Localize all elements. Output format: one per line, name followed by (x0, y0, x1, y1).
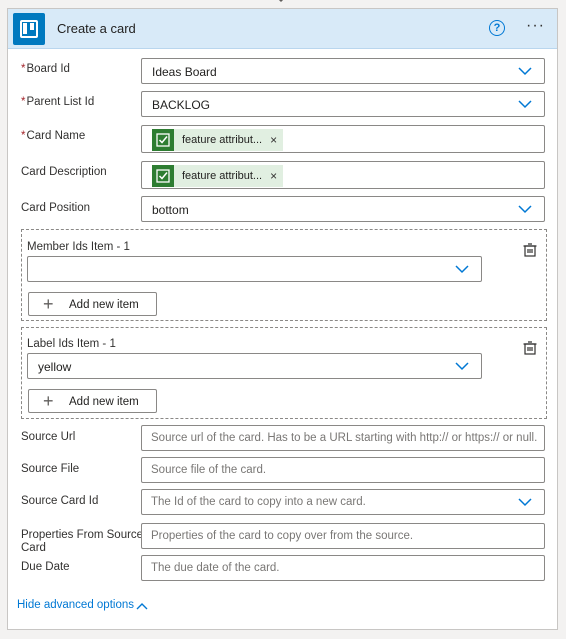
card-name-label: *Card Name (21, 130, 86, 142)
delete-item-icon[interactable] (522, 340, 538, 356)
plus-icon: + (43, 294, 54, 314)
connector-arrow-icon (278, 0, 284, 3)
source-file-placeholder: Source file of the card. (151, 464, 267, 476)
plus-icon: + (43, 391, 54, 411)
source-file-input[interactable]: Source file of the card. (141, 457, 545, 483)
board-id-value: Ideas Board (152, 65, 217, 79)
chevron-down-icon (518, 498, 532, 507)
label-ids-value: yellow (38, 360, 72, 374)
source-url-label: Source Url (21, 431, 76, 443)
delete-item-icon[interactable] (522, 242, 538, 258)
member-ids-dropdown[interactable] (27, 256, 482, 282)
chevron-down-icon (518, 67, 532, 76)
label-ids-array: Label Ids Item - 1 yellow + Add new item (21, 327, 547, 419)
card-position-label: Card Position (21, 202, 91, 214)
required-marker: * (21, 96, 26, 108)
chevron-down-icon (455, 265, 469, 274)
chevron-down-icon (455, 362, 469, 371)
required-marker: * (21, 63, 26, 75)
parent-list-id-dropdown[interactable]: BACKLOG (141, 91, 545, 117)
approval-check-icon (152, 129, 174, 151)
source-url-placeholder: Source url of the card. Has to be a URL … (151, 432, 538, 444)
source-card-id-dropdown[interactable]: The Id of the card to copy into a new ca… (141, 489, 545, 515)
board-id-dropdown[interactable]: Ideas Board (141, 58, 545, 84)
card-name-input[interactable]: feature attribut... × (141, 125, 545, 153)
source-card-id-placeholder: The Id of the card to copy into a new ca… (151, 496, 366, 508)
add-label-item-button[interactable]: + Add new item (28, 389, 157, 413)
due-date-input[interactable]: The due date of the card. (141, 555, 545, 581)
card-description-label: Card Description (21, 166, 107, 178)
due-date-label: Due Date (21, 561, 70, 573)
token-remove-icon[interactable]: × (270, 133, 277, 147)
dynamic-content-token[interactable]: feature attribut... × (152, 129, 284, 151)
token-label: feature attribut... (182, 170, 263, 182)
parent-list-id-label: *Parent List Id (21, 96, 95, 108)
board-id-label: *Board Id (21, 63, 70, 75)
card-position-value: bottom (152, 203, 189, 217)
approval-check-icon (152, 165, 174, 187)
card-description-input[interactable]: feature attribut... × (141, 161, 545, 189)
chevron-down-icon (518, 205, 532, 214)
create-card-action: Create a card ? ··· *Board Id Ideas Boar… (7, 8, 558, 630)
member-ids-array: Member Ids Item - 1 + Add new item (21, 229, 547, 321)
dynamic-content-token[interactable]: feature attribut... × (152, 165, 284, 187)
add-member-item-button[interactable]: + Add new item (28, 292, 157, 316)
source-url-input[interactable]: Source url of the card. Has to be a URL … (141, 425, 545, 451)
token-remove-icon[interactable]: × (270, 169, 277, 183)
action-title: Create a card (57, 21, 136, 36)
card-position-dropdown[interactable]: bottom (141, 196, 545, 222)
chevron-down-icon (518, 100, 532, 109)
trello-logo-icon (13, 13, 45, 45)
required-marker: * (21, 130, 26, 142)
action-header[interactable]: Create a card ? ··· (8, 9, 557, 49)
due-date-placeholder: The due date of the card. (151, 562, 280, 574)
label-ids-dropdown[interactable]: yellow (27, 353, 482, 379)
properties-from-source-input[interactable]: Properties of the card to copy over from… (141, 523, 545, 549)
help-icon[interactable]: ? (489, 20, 505, 36)
label-ids-label: Label Ids Item - 1 (27, 338, 116, 350)
chevron-up-icon[interactable] (136, 602, 148, 610)
more-options-icon[interactable]: ··· (526, 17, 545, 35)
source-file-label: Source File (21, 463, 80, 475)
hide-advanced-options-link[interactable]: Hide advanced options (17, 599, 134, 611)
add-item-label: Add new item (69, 396, 139, 408)
add-item-label: Add new item (69, 299, 139, 311)
member-ids-label: Member Ids Item - 1 (27, 241, 130, 253)
properties-from-source-placeholder: Properties of the card to copy over from… (151, 530, 414, 542)
parent-list-id-value: BACKLOG (152, 98, 211, 112)
token-label: feature attribut... (182, 134, 263, 146)
properties-from-source-label: Properties From Source Card (21, 529, 144, 554)
source-card-id-label: Source Card Id (21, 495, 99, 507)
